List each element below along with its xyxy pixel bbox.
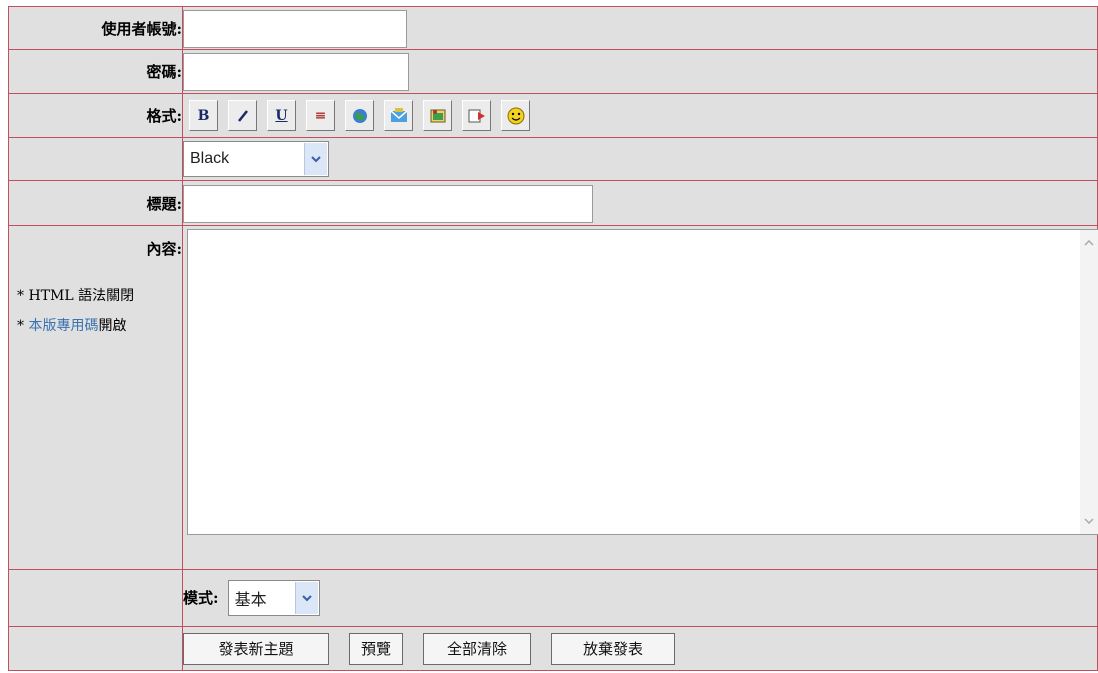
flash-icon (468, 109, 485, 122)
color-select-value: Black (190, 150, 230, 167)
flash-button[interactable] (462, 100, 491, 131)
textarea-scrollbar[interactable] (1080, 230, 1098, 534)
clear-all-button[interactable]: 全部清除 (423, 632, 531, 665)
globe-icon (352, 108, 367, 123)
underline-button[interactable]: U (267, 100, 296, 131)
board-code-note: * 本版專用碼開啟 (17, 318, 127, 334)
board-code-link[interactable]: 本版專用碼 (28, 318, 98, 334)
post-form: 使用者帳號: 密碼: 格式: B U ≡ Black 標題: 內容: * HTM… (8, 6, 1098, 671)
email-button[interactable] (384, 100, 413, 131)
color-select[interactable]: Black (183, 141, 329, 177)
title-input[interactable] (183, 184, 593, 223)
mode-label: 模式: (183, 588, 219, 607)
email-icon (390, 107, 407, 122)
mode-select[interactable]: 基本 (227, 580, 320, 616)
bold-icon: B (197, 107, 210, 124)
bold-button[interactable]: B (189, 100, 218, 131)
syntax-notes: * HTML 語法關閉 * 本版專用碼開啟 (9, 281, 182, 341)
password-input[interactable] (183, 53, 409, 91)
password-label: 密碼: (8, 49, 183, 94)
title-label: 標題: (8, 180, 183, 226)
content-label: 內容: (146, 240, 182, 258)
image-button[interactable] (423, 100, 452, 131)
content-textarea[interactable] (187, 229, 1098, 535)
smiley-button[interactable] (501, 100, 530, 131)
username-input[interactable] (183, 9, 407, 48)
italic-button[interactable] (228, 100, 257, 131)
format-label: 格式: (8, 93, 183, 138)
post-new-topic-button[interactable]: 發表新主題 (183, 632, 329, 665)
preview-button[interactable]: 預覽 (349, 632, 403, 665)
scroll-down-icon[interactable] (1080, 512, 1098, 530)
cancel-post-button[interactable]: 放棄發表 (551, 632, 675, 665)
mode-select-value: 基本 (234, 592, 267, 609)
align-center-icon: ≡ (314, 107, 327, 124)
italic-icon (237, 109, 248, 122)
chevron-down-icon (304, 143, 327, 175)
username-label: 使用者帳號: (8, 6, 183, 50)
underline-icon: U (275, 107, 288, 124)
image-icon (430, 109, 445, 122)
chevron-down-icon (294, 582, 318, 614)
scroll-up-icon[interactable] (1080, 234, 1098, 252)
smiley-icon (507, 107, 524, 124)
url-button[interactable] (345, 100, 374, 131)
center-button[interactable]: ≡ (306, 100, 335, 131)
html-syntax-note: * HTML 語法關閉 (17, 288, 135, 304)
format-toolbar: B U ≡ (183, 97, 1097, 134)
